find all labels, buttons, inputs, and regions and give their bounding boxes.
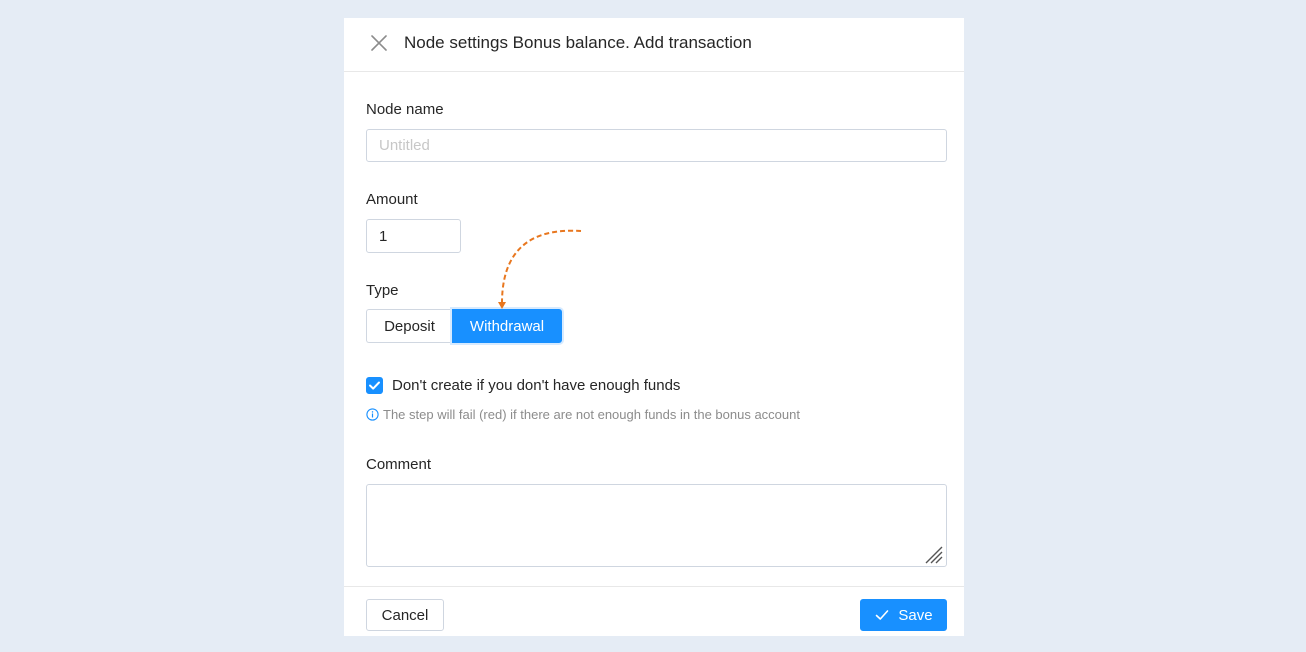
funds-checkbox-label[interactable]: Don't create if you don't have enough fu… bbox=[392, 377, 680, 395]
amount-label: Amount bbox=[366, 191, 418, 208]
dialog-header: Node settings Bonus balance. Add transac… bbox=[344, 18, 964, 72]
dialog-footer: Cancel Save bbox=[344, 586, 964, 637]
comment-textarea[interactable] bbox=[366, 484, 947, 567]
node-name-input[interactable] bbox=[366, 129, 947, 162]
amount-input[interactable] bbox=[366, 219, 461, 253]
comment-label: Comment bbox=[366, 456, 432, 473]
type-label: Type bbox=[366, 282, 399, 299]
funds-hint-text: The step will fail (red) if there are no… bbox=[383, 407, 800, 422]
save-button-label: Save bbox=[898, 606, 933, 624]
type-option-withdrawal[interactable]: Withdrawal bbox=[452, 309, 562, 343]
close-icon[interactable] bbox=[368, 32, 390, 54]
node-name-label: Node name bbox=[366, 101, 444, 118]
info-circle-icon bbox=[366, 408, 379, 421]
funds-checkbox[interactable] bbox=[366, 377, 383, 394]
save-button[interactable]: Save bbox=[860, 599, 947, 631]
resize-handle-icon[interactable] bbox=[922, 543, 944, 565]
annotation-arrow bbox=[498, 229, 582, 309]
type-selector: Deposit Withdrawal bbox=[366, 309, 562, 343]
dialog-title: Node settings Bonus balance. Add transac… bbox=[404, 33, 752, 52]
type-option-deposit[interactable]: Deposit bbox=[366, 309, 452, 343]
cancel-button[interactable]: Cancel bbox=[366, 599, 444, 631]
check-icon bbox=[876, 610, 889, 620]
node-settings-dialog: Node settings Bonus balance. Add transac… bbox=[344, 18, 964, 636]
